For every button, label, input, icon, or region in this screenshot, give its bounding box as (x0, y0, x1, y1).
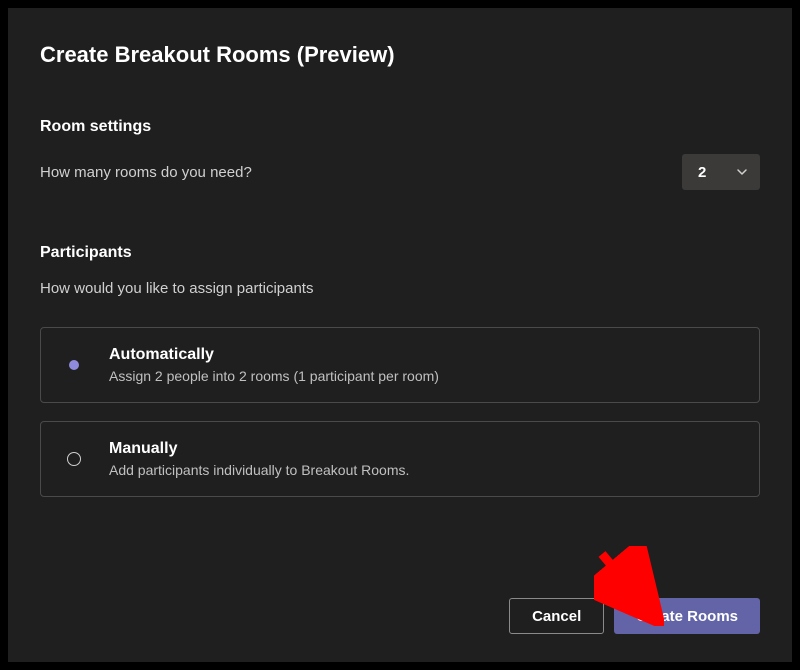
option-automatic-desc: Assign 2 people into 2 rooms (1 particip… (109, 368, 739, 384)
radio-unselected-icon (67, 452, 81, 466)
cancel-button[interactable]: Cancel (509, 598, 604, 634)
chevron-down-icon (736, 166, 748, 178)
option-manual-desc: Add participants individually to Breakou… (109, 462, 739, 478)
radio-manual[interactable] (65, 452, 83, 466)
option-automatic-title: Automatically (109, 346, 739, 364)
room-count-prompt: How many rooms do you need? (40, 164, 252, 181)
option-manual-title: Manually (109, 440, 739, 458)
participants-heading: Participants (40, 244, 760, 262)
room-settings-heading: Room settings (40, 118, 760, 136)
radio-selected-icon (69, 360, 79, 370)
option-manual[interactable]: Manually Add participants individually t… (40, 421, 760, 497)
room-count-select[interactable]: 2 (682, 154, 760, 190)
room-count-row: How many rooms do you need? 2 (40, 154, 760, 190)
room-count-value: 2 (698, 164, 706, 181)
option-automatic-text: Automatically Assign 2 people into 2 roo… (109, 346, 739, 384)
dialog-footer: Cancel Create Rooms (509, 598, 760, 634)
breakout-rooms-dialog: Create Breakout Rooms (Preview) Room set… (8, 8, 792, 662)
option-manual-text: Manually Add participants individually t… (109, 440, 739, 478)
radio-automatic[interactable] (65, 360, 83, 370)
dialog-title: Create Breakout Rooms (Preview) (40, 42, 760, 68)
create-rooms-button[interactable]: Create Rooms (614, 598, 760, 634)
option-automatic[interactable]: Automatically Assign 2 people into 2 roo… (40, 327, 760, 403)
participants-prompt: How would you like to assign participant… (40, 280, 760, 297)
